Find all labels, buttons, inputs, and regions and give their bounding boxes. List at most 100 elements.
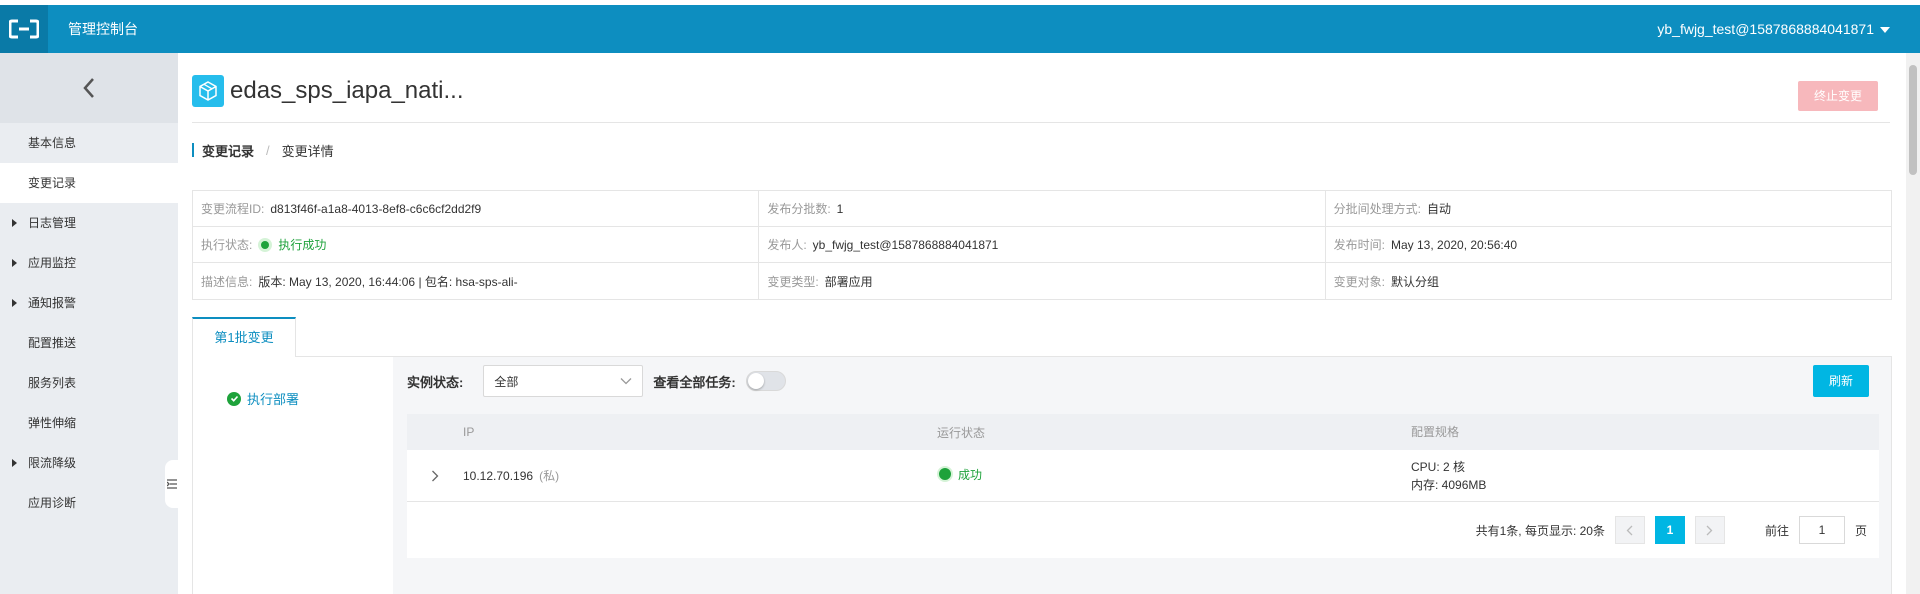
menu-collapse-icon [167, 479, 177, 489]
info-cell-flow-id: 变更流程ID: d813f46f-a1a8-4013-8ef8-c6c6cf2d… [193, 191, 760, 226]
select-value: 全部 [494, 374, 519, 389]
step-deploy[interactable]: 执行部署 [227, 389, 299, 408]
batch-count-value: 1 [836, 201, 844, 216]
table-header: IP 运行状态 配置规格 [407, 414, 1879, 450]
instances-panel: 实例状态: 全部 查看全部任务: 刷新 IP 运行状态 配置规格 10.12.7… [393, 357, 1891, 594]
refresh-button[interactable]: 刷新 [1813, 365, 1869, 397]
filter-bar: 实例状态: 全部 查看全部任务: [407, 365, 786, 397]
sidebar-item-label: 限流降级 [28, 456, 77, 470]
chevron-left-icon [1627, 525, 1633, 535]
aliyun-logo-icon[interactable] [0, 5, 48, 53]
info-cell-change-target: 变更对象: 默认分组 [1326, 263, 1891, 299]
chevron-down-icon [620, 378, 632, 385]
user-account-menu[interactable]: yb_fwjg_test@1587868884041871 [1657, 5, 1890, 53]
side-nav: 基本信息 变更记录 日志管理 应用监控 通知报警 配置推送 服务列表 弹性伸缩 … [0, 123, 178, 523]
sidebar-item-config-push[interactable]: 配置推送 [0, 323, 178, 363]
caret-down-icon [1880, 27, 1890, 33]
column-header-status: 运行状态 [937, 425, 986, 440]
sidebar-item-alerts[interactable]: 通知报警 [0, 283, 178, 323]
sidebar-item-label: 基本信息 [28, 136, 77, 150]
app-cube-icon [192, 75, 224, 107]
sidebar-item-label: 应用监控 [28, 256, 77, 270]
user-account-name: yb_fwjg_test@1587868884041871 [1657, 21, 1874, 37]
cell-status: 成功 [937, 466, 1411, 486]
info-label: 执行状态: [201, 238, 253, 252]
page-title: edas_sps_iapa_nati... [230, 77, 464, 104]
cell-ip: 10.12.70.196 (私) [463, 467, 937, 484]
info-label: 变更流程ID: [201, 202, 265, 216]
flow-id-value: d813f46f-a1a8-4013-8ef8-c6c6cf2dd2f9 [270, 201, 482, 216]
ip-type: (私) [539, 469, 560, 483]
expand-triangle-icon [12, 219, 17, 227]
stop-change-button[interactable]: 终止变更 [1798, 81, 1878, 111]
sidebar-item-label: 弹性伸缩 [28, 416, 77, 430]
batch-panel: 执行部署 实例状态: 全部 查看全部任务: 刷新 IP 运行状态 配置规格 10… [192, 357, 1892, 594]
breadcrumb-change-records[interactable]: 变更记录 [202, 141, 254, 160]
sidebar-item-rate-limiting[interactable]: 限流降级 [0, 443, 178, 483]
sidebar-item-service-list[interactable]: 服务列表 [0, 363, 178, 403]
row-expand-button[interactable] [407, 470, 463, 482]
sidebar-collapse-handle[interactable] [165, 460, 179, 508]
publisher-value: yb_fwjg_test@1587868884041871 [812, 237, 999, 252]
sidebar-item-log-management[interactable]: 日志管理 [0, 203, 178, 243]
top-navbar: 管理控制台 yb_fwjg_test@1587868884041871 [0, 5, 1920, 53]
info-label: 发布分批数: [767, 202, 831, 216]
sidebar-item-auto-scaling[interactable]: 弹性伸缩 [0, 403, 178, 443]
success-dot-icon [258, 237, 273, 252]
steps-column: 执行部署 [193, 357, 393, 594]
show-all-tasks-toggle[interactable] [745, 371, 786, 391]
step-label: 执行部署 [247, 392, 300, 407]
expand-triangle-icon [12, 299, 17, 307]
sidebar-item-label: 应用诊断 [28, 496, 77, 510]
prev-page-button[interactable] [1614, 516, 1645, 544]
info-label: 描述信息: [201, 274, 253, 289]
tab-batch-1[interactable]: 第1批变更 [192, 317, 296, 358]
info-cell-change-type: 变更类型: 部署应用 [759, 263, 1326, 299]
change-target-value: 默认分组 [1391, 274, 1440, 289]
breadcrumb: 变更记录 / 变更详情 [192, 140, 334, 160]
table-row: 10.12.70.196 (私) 成功 CPU: 2 核 内存: 4096MB [407, 450, 1879, 502]
show-all-tasks-label: 查看全部任务: [653, 374, 736, 390]
instance-status-label: 实例状态: [407, 374, 464, 390]
info-label: 发布时间: [1333, 238, 1385, 252]
sidebar-back-button[interactable] [0, 53, 178, 123]
info-label: 变更类型: [767, 274, 819, 289]
ip-value: 10.12.70.196 [463, 469, 534, 483]
exec-status-value: 执行成功 [278, 238, 327, 252]
expand-triangle-icon [12, 259, 17, 267]
page-scrollbar[interactable] [1906, 53, 1920, 594]
pagination: 共有1条, 每页显示: 20条 1 前往 1 页 [407, 502, 1879, 558]
goto-page-input[interactable]: 1 [1798, 516, 1845, 544]
info-cell-batch-mode: 分批间处理方式: 自动 [1326, 191, 1891, 226]
expand-triangle-icon [12, 459, 17, 467]
sidebar-item-label: 通知报警 [28, 296, 77, 310]
goto-label: 前往 [1764, 523, 1789, 538]
chevron-right-icon [1707, 525, 1713, 535]
batch-mode-value: 自动 [1427, 202, 1452, 216]
divider [192, 122, 1890, 123]
scrollbar-thumb[interactable] [1909, 65, 1917, 175]
sidebar: 基本信息 变更记录 日志管理 应用监控 通知报警 配置推送 服务列表 弹性伸缩 … [0, 53, 178, 594]
change-type-value: 部署应用 [824, 274, 873, 289]
page-number-current[interactable]: 1 [1654, 516, 1685, 544]
breadcrumb-separator: / [266, 142, 270, 158]
breadcrumb-change-details: 变更详情 [281, 143, 334, 159]
sidebar-item-label: 日志管理 [28, 216, 77, 230]
info-cell-exec-status: 执行状态: 执行成功 [193, 227, 760, 262]
chevron-right-icon [432, 470, 439, 481]
info-cell-description: 描述信息: 版本: May 13, 2020, 16:44:06 | 包名: h… [193, 263, 760, 299]
main-content: edas_sps_iapa_nati... 终止变更 变更记录 / 变更详情 变… [178, 53, 1906, 594]
console-title[interactable]: 管理控制台 [68, 5, 138, 53]
info-label: 发布人: [767, 238, 807, 252]
cpu-spec: CPU: 2 核 [1411, 459, 1466, 474]
exec-status-badge: 执行成功 [258, 236, 326, 253]
sidebar-item-basic-info[interactable]: 基本信息 [0, 123, 178, 163]
next-page-button[interactable] [1694, 516, 1725, 544]
sidebar-item-app-monitoring[interactable]: 应用监控 [0, 243, 178, 283]
instance-status-select[interactable]: 全部 [483, 365, 644, 397]
breadcrumb-accent-bar [192, 143, 194, 157]
sidebar-item-app-diagnosis[interactable]: 应用诊断 [0, 483, 178, 523]
sidebar-item-change-records[interactable]: 变更记录 [0, 163, 178, 203]
info-row: 描述信息: 版本: May 13, 2020, 16:44:06 | 包名: h… [193, 263, 1891, 299]
page-suffix: 页 [1854, 523, 1867, 538]
